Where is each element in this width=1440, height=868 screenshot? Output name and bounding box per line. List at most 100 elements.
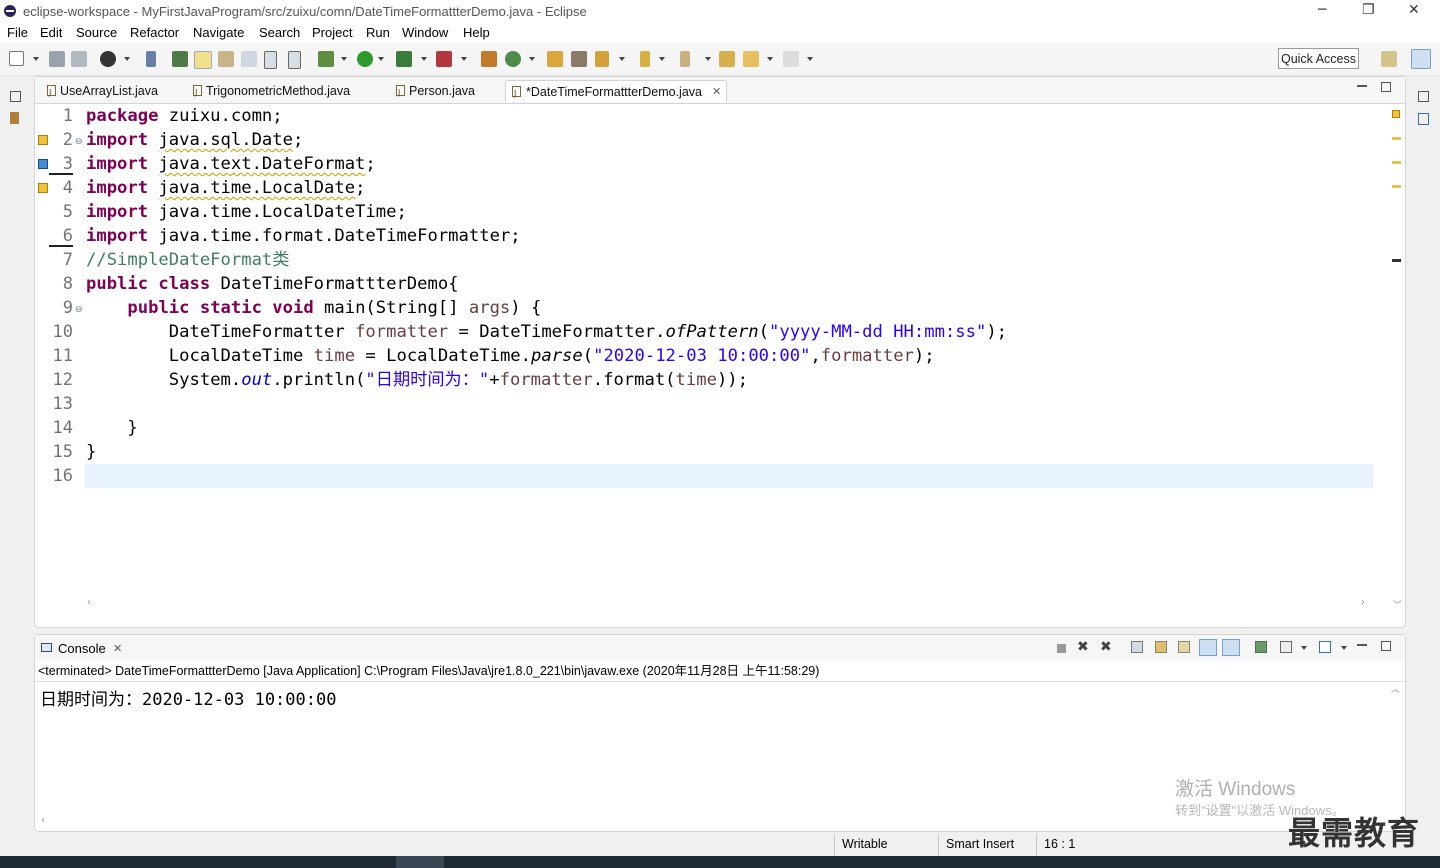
remove-all-terminated-icon[interactable]: ✖ [1100, 639, 1112, 655]
save-icon[interactable] [49, 51, 65, 67]
restore-button[interactable]: ❐ [1362, 2, 1375, 18]
quick-access-field[interactable]: Quick Access [1278, 48, 1359, 69]
word-wrap-icon[interactable] [1178, 641, 1190, 653]
scroll-left-icon[interactable]: ‹ [87, 597, 91, 608]
coverage-icon[interactable] [396, 51, 412, 67]
chevron-down-icon[interactable] [421, 57, 427, 61]
menu-file[interactable]: File [7, 25, 28, 40]
scroll-up-icon[interactable]: ︿ [1391, 682, 1400, 695]
external-tools-icon[interactable] [436, 51, 452, 67]
chevron-down-icon[interactable] [461, 57, 467, 61]
skip-breakpoints-icon[interactable] [146, 51, 156, 67]
pin-console-icon[interactable] [1255, 641, 1267, 653]
tab-usearraylist[interactable]: UseArrayList.java [47, 80, 158, 104]
current-position-marker[interactable] [1392, 259, 1401, 262]
menu-project[interactable]: Project [312, 25, 352, 40]
menu-edit[interactable]: Edit [40, 25, 62, 40]
scroll-lock-icon[interactable] [1155, 641, 1167, 653]
menu-navigate[interactable]: Navigate [193, 25, 244, 40]
chevron-down-icon[interactable] [619, 57, 625, 61]
minimize-icon[interactable] [1357, 644, 1367, 646]
maximize-icon[interactable] [1381, 641, 1391, 651]
warning-marker[interactable] [1392, 185, 1401, 188]
menu-refactor[interactable]: Refactor [130, 25, 179, 40]
new-icon[interactable] [9, 51, 24, 66]
chevron-down-icon[interactable] [124, 57, 130, 61]
terminate-icon[interactable] [1057, 644, 1066, 653]
display-console-icon[interactable] [1280, 641, 1292, 653]
chevron-down-icon[interactable] [378, 57, 384, 61]
save-all-icon[interactable] [71, 51, 87, 67]
menu-help[interactable]: Help [463, 25, 490, 40]
show-on-stdout-icon[interactable] [1199, 639, 1217, 656]
console-vertical-scrollbar[interactable]: ︿ [1387, 682, 1403, 812]
open-console-icon[interactable] [1319, 641, 1331, 653]
chevron-down-icon[interactable] [529, 57, 535, 61]
outline-icon[interactable] [1418, 113, 1429, 125]
menu-search[interactable]: Search [259, 25, 300, 40]
tab-datetimeformattterdemo[interactable]: *DateTimeFormattterDemo.java ✕ [505, 80, 727, 105]
chevron-down-icon[interactable] [33, 57, 39, 61]
open-folder-icon[interactable] [547, 51, 563, 67]
clear-console-icon[interactable] [1131, 641, 1143, 653]
profile-icon[interactable] [100, 51, 116, 67]
horizontal-scrollbar[interactable]: ‹ › [85, 597, 1375, 613]
show-on-stderr-icon[interactable] [1222, 639, 1240, 656]
java-perspective-icon[interactable] [1411, 49, 1431, 69]
new-java-class-icon[interactable] [505, 51, 521, 67]
warning-marker[interactable] [1392, 161, 1401, 164]
restore-view-icon[interactable] [10, 91, 21, 102]
tab-trigonometricmethod[interactable]: TrigonometricMethod.java [193, 80, 350, 104]
scroll-down-icon[interactable]: ﹀ [1393, 598, 1402, 611]
warning-summary-icon[interactable] [1392, 110, 1400, 118]
menu-run[interactable]: Run [366, 25, 390, 40]
menu-window[interactable]: Window [402, 25, 448, 40]
minimize-icon[interactable] [1357, 85, 1367, 87]
search-icon[interactable] [595, 51, 609, 67]
new-java-package-icon[interactable] [481, 51, 497, 67]
edit-icon[interactable] [218, 51, 234, 67]
next-annotation-icon[interactable] [640, 51, 650, 67]
debug-icon[interactable] [318, 51, 334, 67]
tab-label: Console [58, 641, 106, 656]
maximize-icon[interactable] [1381, 82, 1391, 92]
restore-view-icon[interactable] [1418, 91, 1429, 102]
right-trim-stack [1408, 76, 1440, 836]
block-selection-icon[interactable] [241, 51, 257, 67]
tab-person[interactable]: Person.java [396, 80, 475, 104]
close-window-button[interactable]: ✕ [1408, 2, 1420, 18]
chevron-down-icon[interactable] [767, 57, 773, 61]
previous-annotation-icon[interactable] [680, 51, 690, 67]
open-task-icon[interactable] [571, 51, 587, 67]
paragraph-icon[interactable] [288, 51, 301, 69]
console-output[interactable]: 日期时间为：2020-12-03 10:00:00 [40, 685, 336, 710]
minimize-button[interactable]: ─ [1318, 2, 1326, 18]
code-editor[interactable]: ⊖ ⊖ 1 2 3 4 5 6 7 8 9 10 11 12 13 14 15 … [35, 104, 1405, 613]
taskbar-app-button[interactable] [396, 856, 444, 868]
chevron-down-icon[interactable] [659, 57, 665, 61]
warning-marker[interactable] [1392, 137, 1401, 140]
remove-launch-icon[interactable]: ✖ [1077, 639, 1089, 655]
package-explorer-icon[interactable] [10, 112, 19, 124]
open-perspective-icon[interactable] [1381, 51, 1397, 67]
overview-ruler[interactable]: ﹀ [1389, 104, 1405, 613]
mark-occurrences-icon[interactable] [194, 51, 212, 69]
back-icon[interactable] [743, 51, 759, 67]
close-tab-icon[interactable]: ✕ [712, 81, 721, 103]
run-icon[interactable] [357, 51, 373, 67]
chevron-down-icon[interactable] [705, 57, 711, 61]
close-tab-icon[interactable]: ✕ [113, 642, 122, 655]
menu-source[interactable]: Source [76, 25, 117, 40]
chevron-down-icon[interactable] [341, 57, 347, 61]
chevron-down-icon[interactable] [1341, 646, 1347, 650]
scroll-left-icon[interactable]: ‹ [41, 815, 45, 826]
chevron-down-icon[interactable] [1301, 646, 1307, 650]
fold-icon[interactable]: ⊖ [75, 305, 83, 315]
open-type-icon[interactable] [172, 51, 188, 67]
show-whitespace-icon[interactable] [264, 51, 277, 69]
fold-icon[interactable]: ⊖ [75, 137, 83, 147]
last-edit-location-icon[interactable] [719, 51, 735, 67]
forward-icon[interactable] [783, 51, 799, 67]
scroll-right-icon[interactable]: › [1361, 597, 1365, 608]
chevron-down-icon[interactable] [807, 57, 813, 61]
